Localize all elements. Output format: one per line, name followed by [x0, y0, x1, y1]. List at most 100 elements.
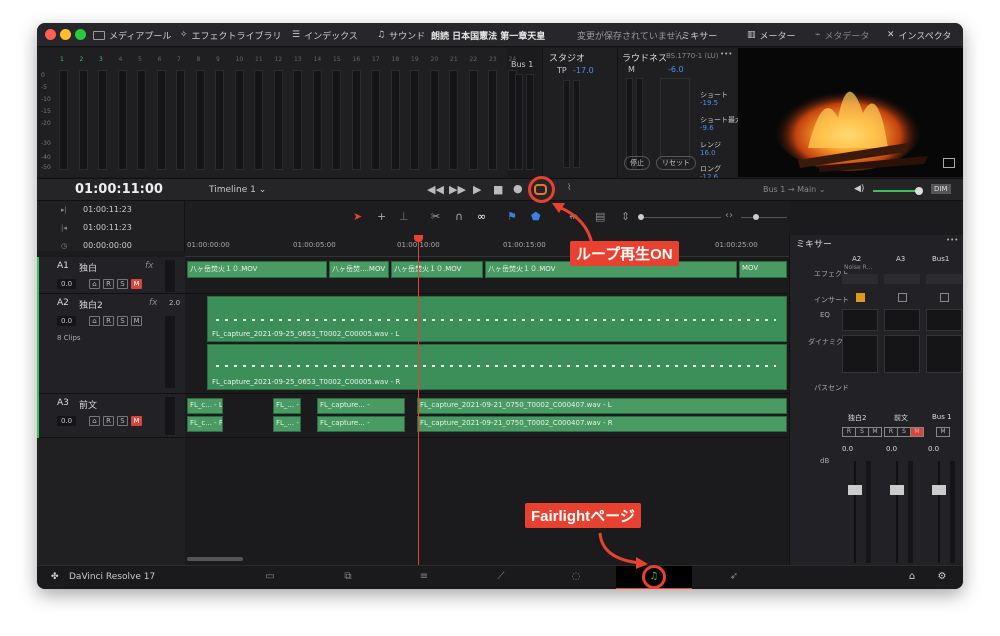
fader-knob[interactable] — [890, 485, 904, 495]
horizontal-zoom-icon[interactable]: ‹› — [725, 210, 733, 221]
dynamics-graph[interactable] — [884, 335, 920, 373]
mute-button[interactable]: M — [131, 316, 142, 326]
track-name[interactable]: 独白 — [79, 261, 97, 274]
metadata-toggle-button[interactable]: ⌁ メタデータ — [815, 23, 869, 47]
insert-toggle[interactable] — [940, 293, 949, 302]
fader-knob[interactable] — [932, 485, 946, 495]
range-tool-icon[interactable]: + — [377, 210, 386, 223]
track-header-a2[interactable]: A2 独白2 fx 2.0 0.0 ⌂ R S M 8 Clips — [37, 294, 185, 394]
mute-button[interactable]: M — [868, 427, 882, 437]
meters-toggle-button[interactable]: ▥ メーター — [747, 23, 796, 47]
media-page-icon[interactable]: ▭ — [261, 571, 279, 585]
inspector-toggle-button[interactable]: ✕ インスペクタ — [887, 23, 951, 47]
insert-toggle[interactable] — [898, 293, 907, 302]
solo-button[interactable]: S — [117, 279, 128, 289]
audio-clip[interactable]: FL_... - R — [273, 416, 301, 432]
track-fx-label[interactable]: fx — [145, 261, 154, 271]
mute-button[interactable]: M — [910, 427, 924, 437]
volume-slider-knob[interactable] — [915, 187, 923, 195]
track-level[interactable]: 0.0 — [57, 316, 77, 326]
solo-button[interactable]: S — [897, 427, 911, 437]
track-header-a1[interactable]: A1 独白 fx 0.0 ⌂ R S M — [37, 257, 185, 294]
pointer-tool-icon[interactable]: ➤ — [353, 210, 362, 223]
audio-clip[interactable]: 八ヶ岳焚火１０.MOV — [391, 261, 483, 278]
edit-page-icon[interactable]: ≡ — [415, 571, 433, 585]
rewind-button[interactable]: ◀◀ — [427, 183, 444, 196]
audio-clip[interactable]: 八ヶ岳焚....MOV — [329, 261, 389, 278]
track-level[interactable]: 0.0 — [57, 416, 77, 426]
track-lock-icon[interactable]: ⌂ — [89, 416, 100, 426]
edit-point-tool-icon[interactable]: ⊥ — [399, 210, 409, 223]
audio-clip[interactable]: FL_c... - L — [187, 398, 223, 414]
solo-button[interactable]: S — [117, 316, 128, 326]
dynamics-graph[interactable] — [842, 335, 878, 373]
audio-clip-right[interactable]: FL_capture_2021-09-25_0653_T0002_C00005.… — [207, 344, 787, 390]
loudness-reset-button[interactable]: リセット — [656, 156, 696, 170]
dynamics-graph[interactable] — [926, 335, 962, 373]
eq-curve[interactable] — [884, 309, 920, 331]
loudness-stop-button[interactable]: 停止 — [624, 156, 650, 170]
fusion-page-icon[interactable]: ⟋ — [492, 571, 510, 585]
home-icon[interactable]: ⌂ — [903, 571, 921, 585]
timeline-scrollbar[interactable] — [187, 557, 243, 561]
track-name[interactable]: 前文 — [79, 398, 97, 411]
snap-icon[interactable]: ∩ — [455, 210, 463, 223]
razor-tool-icon[interactable]: ✂ — [431, 210, 440, 223]
deliver-page-icon[interactable]: ➶ — [725, 571, 743, 585]
marker-icon[interactable]: ⬟ — [531, 210, 541, 223]
effects-slot[interactable] — [926, 274, 962, 284]
speaker-icon[interactable]: ◀) — [854, 184, 864, 194]
close-window-button[interactable] — [45, 29, 56, 40]
timeline-area[interactable]: 八ヶ岳焚火１０.MOV 八ヶ岳焚....MOV 八ヶ岳焚火１０.MOV 八ヶ岳焚… — [185, 257, 789, 565]
timeline-selector[interactable]: Timeline 1 ⌄ — [209, 185, 266, 195]
audio-clip[interactable]: FL_capture_2021-09-21_0750_T0002_C000407… — [417, 416, 787, 432]
effects-slot[interactable] — [884, 274, 920, 284]
record-arm-button[interactable]: R — [103, 279, 114, 289]
audio-clip-left[interactable]: FL_capture_2021-09-25_0653_T0002_C00005.… — [207, 296, 787, 342]
playhead[interactable] — [418, 235, 419, 565]
mute-button[interactable]: M — [131, 416, 142, 426]
insert-toggle[interactable] — [856, 293, 865, 302]
volume-slider[interactable] — [873, 190, 919, 192]
record-button[interactable]: ● — [513, 182, 523, 195]
fast-forward-button[interactable]: ▶▶ — [449, 183, 466, 196]
marker-flag-icon[interactable]: ⚑ — [507, 210, 517, 223]
playhead-handle[interactable] — [414, 235, 423, 242]
media-pool-button[interactable]: メディアプール — [93, 23, 171, 47]
audio-clip[interactable]: FL_capture... - — [317, 398, 405, 414]
record-arm-button[interactable]: R — [103, 316, 114, 326]
record-arm-button[interactable]: R — [884, 427, 898, 437]
vertical-zoom-knob[interactable] — [638, 214, 644, 220]
horizontal-zoom-slider[interactable] — [741, 217, 787, 218]
audio-clip[interactable]: 八ヶ岳焚火１０.MOV — [187, 261, 327, 278]
record-arm-button[interactable]: R — [103, 416, 114, 426]
link-icon[interactable]: ∞ — [477, 210, 486, 223]
audio-clip[interactable]: FL_c... - R — [187, 416, 223, 432]
eq-curve[interactable] — [842, 309, 878, 331]
audio-clip[interactable]: FL_capture_2021-09-21_0750_T0002_C000407… — [417, 398, 787, 414]
track-name[interactable]: 独白2 — [79, 298, 103, 311]
zoom-window-button[interactable] — [75, 29, 86, 40]
track-header-a3[interactable]: A3 前文 0.0 ⌂ R S M — [37, 394, 185, 438]
effects-library-button[interactable]: ✧ エフェクトライブラリ — [180, 23, 282, 47]
vertical-zoom-slider[interactable] — [641, 217, 721, 218]
settings-gear-icon[interactable]: ⚙ — [933, 571, 951, 585]
audio-clip[interactable]: MOV — [739, 261, 787, 278]
audio-clip[interactable]: FL_... - L — [273, 398, 301, 414]
timeline-ruler[interactable]: 01:00:00:00 01:00:05:00 01:00:10:00 01:0… — [185, 237, 789, 257]
horizontal-zoom-knob[interactable] — [753, 214, 759, 220]
track-fx-label[interactable]: fx — [149, 298, 158, 308]
dim-button[interactable]: DIM — [931, 184, 951, 194]
vertical-zoom-icon[interactable]: ⇕ — [621, 210, 630, 223]
output-routing[interactable]: Bus 1 → Main ⌄ — [763, 185, 826, 194]
cut-page-icon[interactable]: ⧉ — [339, 571, 357, 585]
index-button[interactable]: ☰ インデックス — [292, 23, 358, 47]
effects-slot[interactable] — [842, 274, 878, 284]
eq-curve[interactable] — [926, 309, 962, 331]
play-button[interactable]: ▶ — [473, 183, 481, 196]
minimize-window-button[interactable] — [60, 29, 71, 40]
automation-icon[interactable]: ⌇ — [567, 183, 571, 193]
record-arm-button[interactable]: R — [842, 427, 856, 437]
track-lock-icon[interactable]: ⌂ — [89, 279, 100, 289]
more-options-icon[interactable]: ••• — [720, 50, 732, 58]
